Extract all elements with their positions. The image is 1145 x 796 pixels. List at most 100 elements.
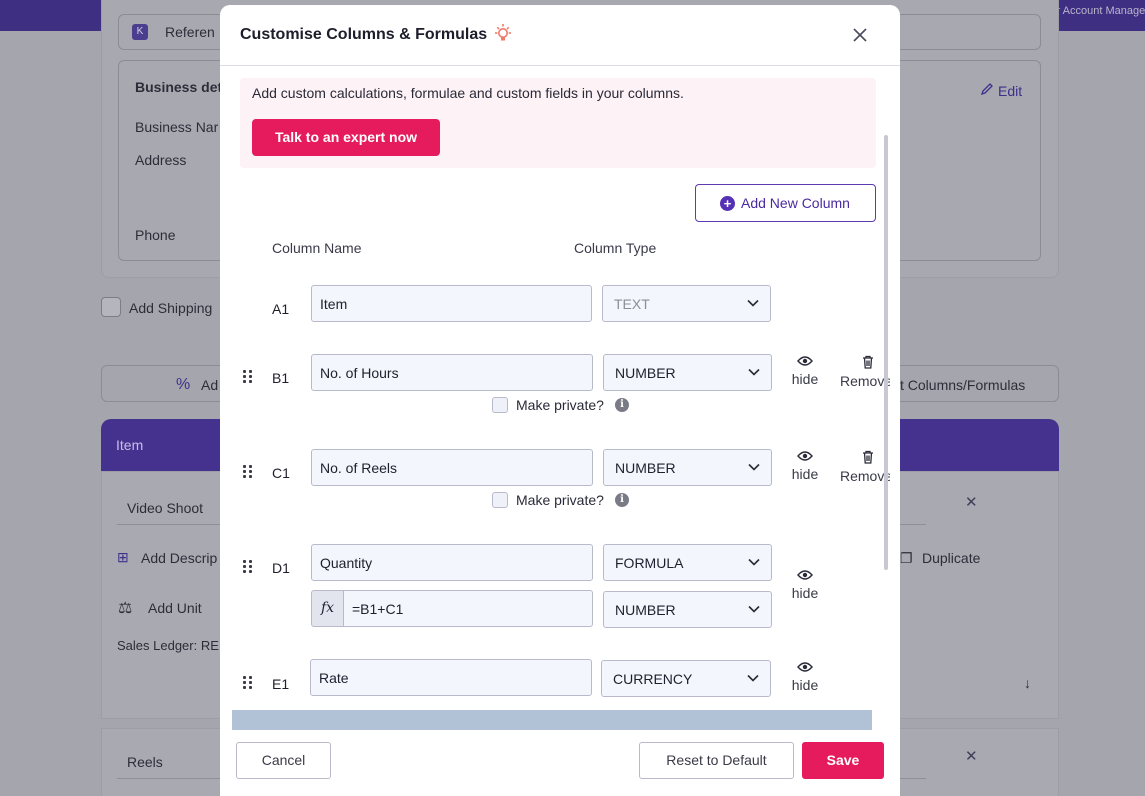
- remove-label: Remove: [840, 468, 890, 484]
- customise-columns-modal: Customise Columns & Formulas Add custom …: [220, 5, 900, 796]
- reference-select-text: Referen: [165, 24, 215, 40]
- formula-input[interactable]: =B1+C1: [344, 590, 593, 627]
- chevron-down-icon: [748, 463, 760, 471]
- hide-button[interactable]: hide: [787, 450, 823, 484]
- column-id: A1: [272, 301, 290, 317]
- scrollbar[interactable]: [884, 135, 888, 570]
- close-icon[interactable]: ✕: [965, 747, 978, 765]
- eye-icon: [797, 356, 813, 366]
- reference-badge: K: [132, 24, 148, 40]
- business-details-title: Business det: [135, 79, 223, 95]
- column-id: E1: [272, 676, 290, 692]
- close-icon[interactable]: [850, 25, 870, 45]
- column-type-select[interactable]: FORMULA: [603, 544, 772, 581]
- sales-ledger-text: Sales Ledger: RE: [117, 638, 219, 653]
- close-icon[interactable]: ✕: [965, 493, 978, 511]
- hide-label: hide: [791, 371, 819, 387]
- column-type-value: NUMBER: [615, 365, 676, 381]
- hide-button[interactable]: hide: [787, 661, 823, 695]
- modal-body[interactable]: Add custom calculations, formulae and cu…: [220, 67, 900, 730]
- column-name-input[interactable]: Rate: [310, 659, 592, 696]
- column-name-input[interactable]: No. of Hours: [311, 354, 593, 391]
- make-private-label: Make private?: [516, 397, 604, 413]
- chevron-down-icon: [747, 299, 759, 307]
- column-type-select[interactable]: NUMBER: [603, 354, 772, 391]
- eye-icon: [797, 662, 813, 672]
- edit-link[interactable]: Edit: [998, 83, 1022, 99]
- duplicate-link[interactable]: Duplicate: [922, 550, 980, 566]
- chevron-down-icon: [748, 558, 760, 566]
- hide-label: hide: [791, 585, 819, 601]
- chevron-down-icon: [748, 368, 760, 376]
- column-id: D1: [272, 560, 290, 576]
- scale-icon: ⚖: [118, 600, 133, 617]
- eye-icon: [797, 570, 813, 580]
- pencil-icon: [980, 83, 993, 96]
- divider: [900, 524, 926, 525]
- drop-zone-bar: [232, 710, 872, 730]
- add-discount-button[interactable]: Ad: [201, 377, 218, 393]
- hide-label: hide: [791, 677, 819, 693]
- info-icon[interactable]: i: [615, 493, 629, 507]
- column-type-header: Column Type: [574, 240, 657, 256]
- item-row-1-name[interactable]: Video Shoot: [127, 500, 203, 516]
- column-name-input[interactable]: Item: [311, 285, 592, 322]
- hide-button[interactable]: hide: [787, 569, 823, 603]
- add-description-link[interactable]: Add Descrip: [141, 550, 217, 566]
- column-name-header: Column Name: [272, 240, 362, 256]
- trash-icon: [863, 355, 873, 369]
- column-type-value: NUMBER: [615, 602, 676, 618]
- lightbulb-icon: [495, 24, 511, 41]
- make-private-checkbox[interactable]: [492, 492, 508, 508]
- column-id: C1: [272, 465, 290, 481]
- column-type-value: FORMULA: [615, 555, 684, 571]
- remove-button[interactable]: Remove: [840, 450, 890, 486]
- arrow-down-icon[interactable]: ↓: [1024, 675, 1031, 691]
- percent-icon: %: [176, 376, 191, 393]
- formula-result-type-select[interactable]: NUMBER: [603, 591, 772, 628]
- duplicate-icon: ❐: [900, 550, 913, 566]
- add-shipping-label: Add Shipping: [129, 300, 213, 316]
- modal-footer: Cancel Reset to Default Save: [220, 730, 900, 796]
- edit-columns-formulas-button[interactable]: t Columns/Formulas: [900, 377, 1025, 393]
- add-new-column-button[interactable]: + Add New Column: [695, 184, 876, 222]
- add-new-column-label: Add New Column: [741, 195, 850, 211]
- add-shipping-checkbox[interactable]: [101, 297, 121, 317]
- make-private-checkbox[interactable]: [492, 397, 508, 413]
- phone-label: Phone: [135, 227, 176, 243]
- plus-circle-icon: +: [720, 196, 735, 211]
- info-icon[interactable]: i: [615, 398, 629, 412]
- reset-to-default-button[interactable]: Reset to Default: [639, 742, 794, 779]
- talk-to-expert-button[interactable]: Talk to an expert now: [252, 119, 440, 156]
- business-name-label: Business Nar: [135, 119, 219, 135]
- divider: [117, 524, 220, 525]
- column-type-select[interactable]: TEXT: [602, 285, 771, 322]
- divider: [900, 778, 926, 779]
- promo-banner: Add custom calculations, formulae and cu…: [240, 78, 876, 168]
- drag-handle-icon[interactable]: [243, 560, 253, 574]
- column-name-input[interactable]: Quantity: [311, 544, 593, 581]
- add-unit-link[interactable]: Add Unit: [148, 600, 202, 616]
- remove-button[interactable]: Remove: [840, 355, 890, 391]
- drag-handle-icon[interactable]: [243, 465, 253, 479]
- column-name-input[interactable]: No. of Reels: [311, 449, 593, 486]
- column-type-value: TEXT: [614, 296, 650, 312]
- hide-button[interactable]: hide: [787, 355, 823, 389]
- divider: [117, 778, 220, 779]
- chevron-down-icon: [747, 674, 759, 682]
- column-id: B1: [272, 370, 290, 386]
- cancel-button[interactable]: Cancel: [236, 742, 331, 779]
- column-type-select[interactable]: NUMBER: [603, 449, 772, 486]
- drag-handle-icon[interactable]: [243, 676, 253, 690]
- eye-icon: [797, 451, 813, 461]
- make-private-label: Make private?: [516, 492, 604, 508]
- column-type-select[interactable]: CURRENCY: [601, 660, 771, 697]
- drag-handle-icon[interactable]: [243, 370, 253, 384]
- hide-label: hide: [791, 466, 819, 482]
- formula-fx-label: fx: [311, 590, 344, 627]
- trash-icon: [863, 450, 873, 464]
- save-button[interactable]: Save: [802, 742, 884, 779]
- address-label: Address: [135, 152, 187, 168]
- item-column-header: Item: [116, 437, 144, 453]
- item-row-2-name[interactable]: Reels: [127, 754, 163, 770]
